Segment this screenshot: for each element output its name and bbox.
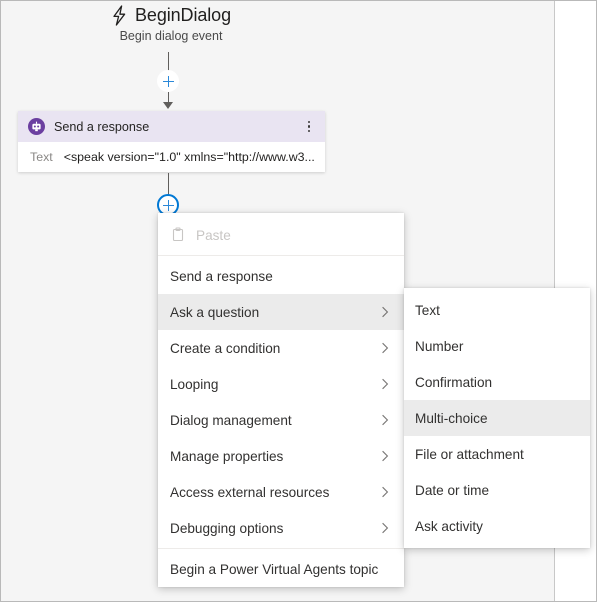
text-field-value[interactable]: <speak version="1.0" xmlns="http://www.w… — [64, 150, 315, 164]
action-card-send-a-response[interactable]: Send a response Text <speak version="1.0… — [18, 111, 325, 172]
submenu-item-label: Confirmation — [415, 374, 493, 390]
chevron-right-icon — [382, 450, 389, 462]
menu-item-label: Paste — [196, 227, 231, 243]
menu-item-label: Dialog management — [170, 412, 292, 428]
add-node-context-menu[interactable]: Paste Send a response Ask a question Cre… — [158, 213, 404, 587]
submenu-item-text[interactable]: Text — [404, 292, 590, 328]
trigger-subtitle: Begin dialog event — [119, 29, 223, 43]
menu-item-ask-a-question[interactable]: Ask a question — [158, 294, 404, 330]
more-options-icon[interactable] — [302, 118, 316, 136]
submenu-item-date-or-time[interactable]: Date or time — [404, 472, 590, 508]
submenu-item-label: Number — [415, 338, 464, 354]
connector-line-top — [168, 52, 169, 72]
chevron-right-icon — [382, 414, 389, 426]
menu-divider — [158, 548, 404, 549]
text-field-label: Text — [30, 150, 53, 164]
menu-item-begin-a-power-virtual-agents-topic[interactable]: Begin a Power Virtual Agents topic — [158, 551, 404, 587]
menu-item-dialog-management[interactable]: Dialog management — [158, 402, 404, 438]
menu-item-create-a-condition[interactable]: Create a condition — [158, 330, 404, 366]
submenu-item-ask-activity[interactable]: Ask activity — [404, 508, 590, 544]
ask-a-question-submenu[interactable]: Text Number Confirmation Multi-choice Fi… — [404, 288, 590, 548]
menu-item-send-a-response[interactable]: Send a response — [158, 258, 404, 294]
menu-item-label: Send a response — [170, 268, 273, 284]
submenu-item-number[interactable]: Number — [404, 328, 590, 364]
chevron-right-icon — [382, 306, 389, 318]
plus-icon — [162, 75, 174, 87]
add-node-button-top[interactable] — [157, 70, 179, 92]
menu-item-label: Begin a Power Virtual Agents topic — [170, 561, 379, 577]
submenu-item-confirmation[interactable]: Confirmation — [404, 364, 590, 400]
chevron-right-icon — [382, 378, 389, 390]
clipboard-icon — [172, 227, 184, 242]
submenu-item-label: Ask activity — [415, 518, 483, 534]
page-title: BeginDialog — [135, 5, 231, 25]
trigger-title-row: BeginDialog — [1, 5, 341, 26]
menu-item-label: Debugging options — [170, 520, 284, 536]
submenu-item-multi-choice[interactable]: Multi-choice — [404, 400, 590, 436]
menu-divider — [158, 255, 404, 256]
menu-item-label: Create a condition — [170, 340, 281, 356]
submenu-item-file-or-attachment[interactable]: File or attachment — [404, 436, 590, 472]
bot-response-icon — [28, 118, 45, 135]
chevron-right-icon — [382, 486, 389, 498]
menu-item-label: Looping — [170, 376, 219, 392]
action-card-title: Send a response — [54, 119, 150, 134]
submenu-item-label: Date or time — [415, 482, 490, 498]
submenu-item-label: File or attachment — [415, 446, 524, 462]
connector-arrow-top — [163, 102, 173, 109]
menu-item-label: Manage properties — [170, 448, 284, 464]
menu-item-debugging-options[interactable]: Debugging options — [158, 510, 404, 546]
action-card-header[interactable]: Send a response — [18, 111, 325, 142]
flow-designer-screen: BeginDialog Begin dialog event Send a re… — [0, 0, 597, 602]
action-card-body[interactable]: Text <speak version="1.0" xmlns="http://… — [18, 142, 325, 172]
plus-icon — [162, 199, 174, 211]
menu-item-label: Access external resources — [170, 484, 330, 500]
menu-item-paste: Paste — [158, 217, 404, 253]
chevron-right-icon — [382, 342, 389, 354]
menu-item-looping[interactable]: Looping — [158, 366, 404, 402]
lightning-bolt-icon — [113, 5, 126, 26]
submenu-item-label: Text — [415, 302, 440, 318]
menu-item-manage-properties[interactable]: Manage properties — [158, 438, 404, 474]
connector-line-bottom — [168, 173, 169, 195]
menu-item-label: Ask a question — [170, 304, 260, 320]
chevron-right-icon — [382, 522, 389, 534]
trigger-node[interactable]: BeginDialog Begin dialog event — [1, 5, 341, 43]
menu-item-access-external-resources[interactable]: Access external resources — [158, 474, 404, 510]
submenu-item-label: Multi-choice — [415, 410, 488, 426]
